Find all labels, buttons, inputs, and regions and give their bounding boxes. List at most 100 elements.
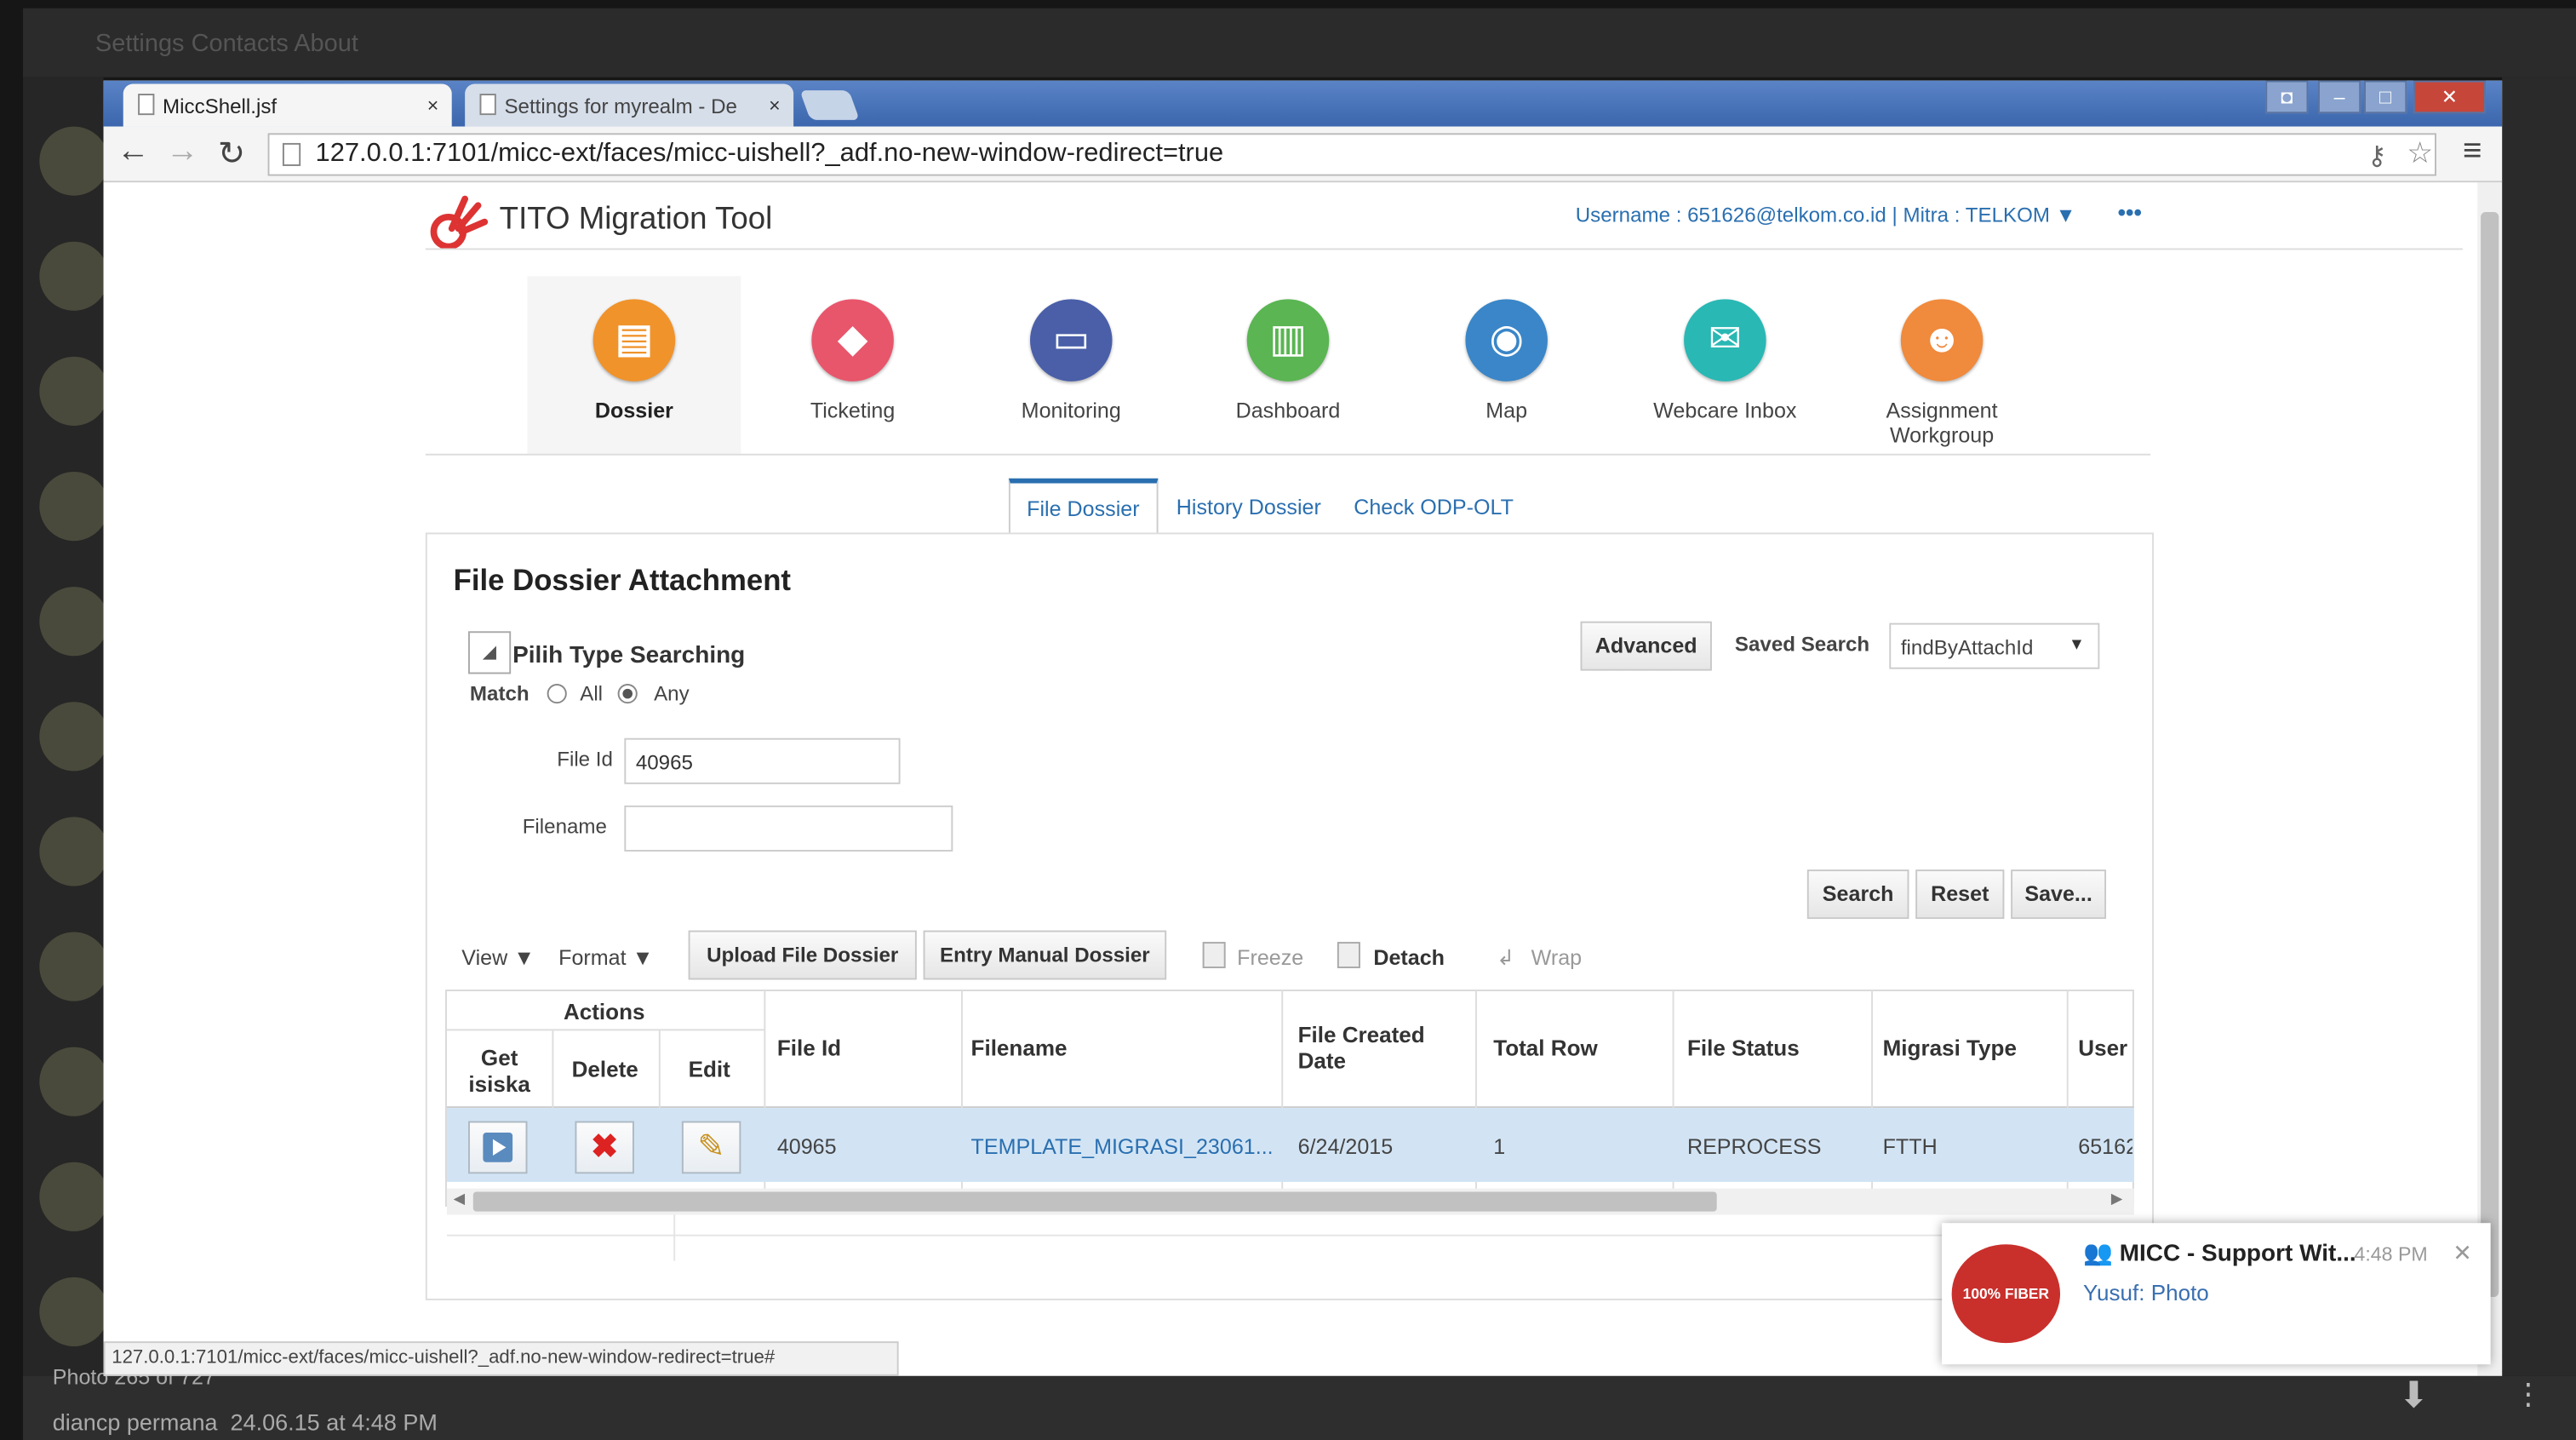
forward-arrow-icon[interactable]: → <box>163 133 202 170</box>
page-content: TITO Migration Tool Username : 651626@te… <box>103 182 2478 1376</box>
notification-message: Yusuf: Photo <box>2083 1280 2209 1305</box>
bookmark-star-icon[interactable]: ☆ <box>2407 136 2433 171</box>
col-filename[interactable]: Filename <box>971 1036 1068 1060</box>
browser-window: MiccShell.jsf × Settings for myrealm - D… <box>103 80 2503 1376</box>
match-all-label: All <box>580 682 604 706</box>
scroll-thumb[interactable] <box>2481 212 2499 1298</box>
footer-divider <box>673 1214 676 1261</box>
col-file-status[interactable]: File Status <box>1687 1036 1800 1060</box>
view-menu[interactable]: View ▼ <box>461 945 535 970</box>
nav-dossier[interactable]: ▤ Dossier <box>527 276 741 454</box>
delete-button[interactable]: ✖ <box>575 1121 634 1174</box>
save-button[interactable]: Save... <box>2011 869 2107 920</box>
close-window-icon[interactable]: ✕ <box>2413 80 2486 114</box>
chevron-down-icon: ▼ <box>632 944 654 970</box>
nav-dashboard[interactable]: ▥ Dashboard <box>1182 276 1395 453</box>
match-label: Match <box>469 682 530 706</box>
viewer-right-strip <box>2502 77 2576 1376</box>
viewer-menu[interactable]: Settings Contacts About <box>95 30 358 58</box>
col-file-created-date[interactable]: File Created Date <box>1298 1023 1463 1076</box>
format-menu[interactable]: Format ▼ <box>558 945 653 970</box>
chevron-down-icon: ▼ <box>2068 636 2085 655</box>
nav-ticketing[interactable]: ◆ Ticketing <box>746 276 959 453</box>
view-label: View <box>461 944 508 970</box>
advanced-button[interactable]: Advanced <box>1580 621 1712 671</box>
col-migrasi-type[interactable]: Migrasi Type <box>1883 1036 2017 1060</box>
nav-label: Dashboard <box>1235 398 1341 423</box>
thumbnail[interactable] <box>39 817 109 886</box>
page-icon <box>479 94 496 116</box>
thumbnail[interactable] <box>39 1276 109 1346</box>
match-any-radio[interactable] <box>617 684 638 704</box>
wrap-button[interactable]: Wrap <box>1531 945 1582 970</box>
col-edit: Edit <box>688 1057 730 1082</box>
profile-icon[interactable]: ◘ <box>2265 80 2309 114</box>
footer-divider <box>446 1234 2134 1236</box>
close-tab-icon[interactable]: × <box>427 94 439 117</box>
get-isiska-button[interactable] <box>468 1121 528 1174</box>
close-tab-icon[interactable]: × <box>769 94 781 117</box>
reload-icon[interactable]: ↻ <box>212 133 251 174</box>
notification-title: 👥 MICC - Support Wit... <box>2083 1239 2356 1267</box>
col-total-row[interactable]: Total Row <box>1493 1036 1598 1060</box>
entry-manual-dossier-button[interactable]: Entry Manual Dossier <box>923 930 1167 980</box>
cell-file-id: 40965 <box>776 1133 837 1159</box>
thumbnail[interactable] <box>39 356 109 426</box>
browser-menu-icon[interactable]: ≡ <box>2463 133 2482 170</box>
format-label: Format <box>558 944 627 970</box>
more-icon[interactable]: ••• <box>2118 199 2142 226</box>
detach-button[interactable]: Detach <box>1373 945 1445 970</box>
thumbnail[interactable] <box>39 702 109 772</box>
thumbnail[interactable] <box>39 932 109 1001</box>
upload-file-dossier-button[interactable]: Upload File Dossier <box>688 930 917 980</box>
col-user[interactable]: User <box>2078 1036 2127 1060</box>
search-button[interactable]: Search <box>1806 869 1909 920</box>
col-file-id[interactable]: File Id <box>777 1036 841 1060</box>
user-info[interactable]: Username : 651626@telkom.co.id | Mitra :… <box>1576 204 2076 227</box>
more-options-icon[interactable]: ⋮ <box>2514 1378 2544 1413</box>
thumbnail[interactable] <box>39 1162 109 1231</box>
key-icon[interactable]: ⚷ <box>2367 140 2387 173</box>
disclosure-triangle-icon[interactable]: ◢ <box>468 631 512 674</box>
reset-button[interactable]: Reset <box>1915 869 2005 920</box>
tab-history-dossier[interactable]: History Dossier <box>1176 479 1321 535</box>
tab-check-odp-olt[interactable]: Check ODP-OLT <box>1354 479 1514 535</box>
match-all-radio[interactable] <box>547 684 567 704</box>
thumbnail[interactable] <box>39 126 109 196</box>
download-icon[interactable]: ⬇ <box>2399 1374 2430 1417</box>
file-id-input[interactable]: 40965 <box>624 737 901 784</box>
url-text: 127.0.0.1:7101/micc-ext/faces/micc-uishe… <box>315 140 1224 168</box>
back-arrow-icon[interactable]: ← <box>113 133 152 170</box>
thumbnail[interactable] <box>39 472 109 542</box>
detach-icon <box>1337 942 1360 968</box>
filename-label: Filename <box>522 815 607 839</box>
cell-filename-link[interactable]: TEMPLATE_MIGRASI_23061... <box>971 1134 1274 1159</box>
group-icon: 👥 <box>2083 1241 2113 1268</box>
thumbnail[interactable] <box>39 241 109 311</box>
wrap-icon: ↲ <box>1497 944 1515 970</box>
nav-map[interactable]: ◉ Map <box>1400 276 1613 453</box>
new-tab-button[interactable] <box>799 90 860 120</box>
thumbnail[interactable] <box>39 1047 109 1116</box>
nav-label: Monitoring <box>1021 398 1121 423</box>
scroll-left-icon[interactable]: ◀ <box>454 1190 465 1208</box>
tab-micc-shell[interactable]: MiccShell.jsf × <box>123 83 452 127</box>
monitor-icon: ▭ <box>1030 299 1113 382</box>
nav-divider <box>425 453 2151 456</box>
maximize-icon[interactable]: □ <box>2364 80 2407 114</box>
saved-search-select[interactable]: findByAttachId ▼ <box>1889 622 2100 669</box>
close-icon[interactable]: ✕ <box>2453 1239 2472 1267</box>
filename-input[interactable] <box>624 805 953 852</box>
nav-webcare-inbox[interactable]: ✉ Webcare Inbox <box>1618 276 1832 453</box>
tab-settings-myrealm[interactable]: Settings for myrealm - De × <box>465 83 794 127</box>
edit-button[interactable]: ✎ <box>681 1121 741 1174</box>
thumbnail[interactable] <box>39 587 109 657</box>
scroll-thumb[interactable] <box>472 1191 1717 1212</box>
tab-file-dossier[interactable]: File Dossier <box>1008 478 1158 535</box>
freeze-button[interactable]: Freeze <box>1237 945 1303 970</box>
scroll-right-icon[interactable]: ▶ <box>2111 1190 2122 1208</box>
nav-monitoring[interactable]: ▭ Monitoring <box>965 276 1178 453</box>
minimize-icon[interactable]: – <box>2318 80 2361 114</box>
address-bar[interactable]: 127.0.0.1:7101/micc-ext/faces/micc-uishe… <box>267 133 2436 176</box>
nav-assignment-workgroup[interactable]: ☻ Assignment Workgroup <box>1835 276 2049 453</box>
